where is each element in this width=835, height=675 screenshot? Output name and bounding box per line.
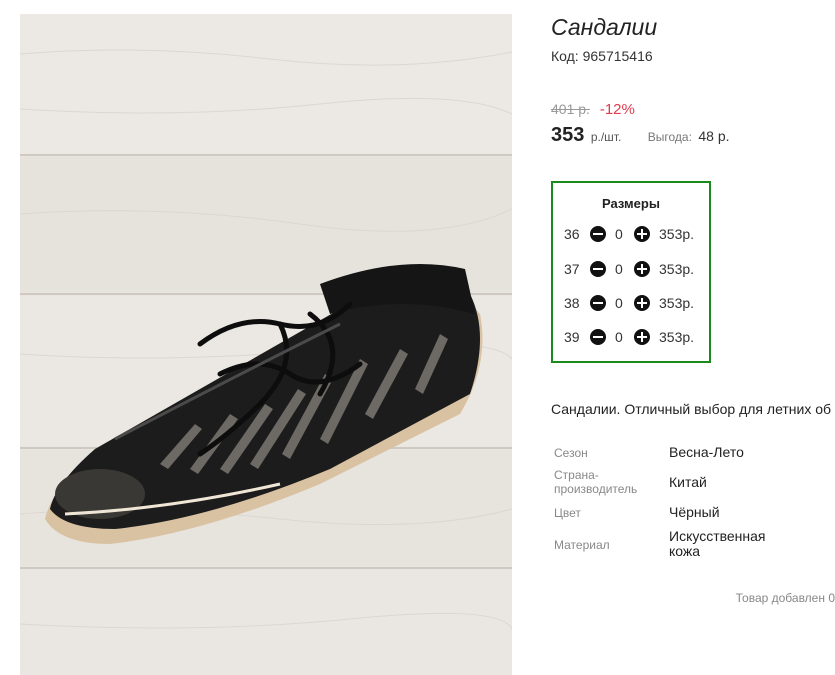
plus-icon[interactable] <box>634 329 650 345</box>
attr-label-season: Сезон <box>554 446 588 460</box>
product-title: Сандалии <box>551 14 658 40</box>
size-row: 37 0 353р. <box>553 259 709 279</box>
old-price: 401 р. <box>551 101 590 117</box>
product-image[interactable] <box>20 14 512 675</box>
attr-label-material: Материал <box>554 538 610 552</box>
plus-icon[interactable] <box>634 226 650 242</box>
size-price: 353р. <box>659 329 695 345</box>
size-row: 39 0 353р. <box>553 327 709 347</box>
benefit-label: Выгода: <box>647 130 692 144</box>
price-unit: р./шт. <box>590 130 622 144</box>
minus-icon[interactable] <box>590 226 606 242</box>
minus-icon[interactable] <box>590 295 606 311</box>
minus-icon[interactable] <box>590 329 606 345</box>
sizes-title: Размеры <box>602 196 660 211</box>
attr-value-season: Весна-Лето <box>669 444 744 460</box>
size-number: 37 <box>564 261 580 277</box>
minus-icon[interactable] <box>590 261 606 277</box>
attr-label-country: Страна- производитель <box>554 468 638 496</box>
discount-badge: -12% <box>599 101 635 118</box>
size-price: 353р. <box>659 261 695 277</box>
price-row: 353 р./шт. Выгода: 48 р. <box>551 124 730 147</box>
quantity-value: 0 <box>615 226 623 242</box>
added-date-note: Товар добавлен 0 <box>735 591 835 605</box>
product-sku: Код: 965715416 <box>551 48 653 64</box>
size-price: 353р. <box>659 295 695 311</box>
sizes-panel: Размеры 36 0 353р. 37 0 353р. 38 0 353р.… <box>551 181 711 363</box>
size-row: 38 0 353р. <box>553 293 709 313</box>
plus-icon[interactable] <box>634 295 650 311</box>
quantity-value: 0 <box>615 295 623 311</box>
size-number: 38 <box>564 295 580 311</box>
size-row: 36 0 353р. <box>553 224 709 244</box>
sandal-photo <box>20 14 512 675</box>
size-number: 39 <box>564 329 580 345</box>
current-price: 353 <box>551 124 585 146</box>
quantity-value: 0 <box>615 261 623 277</box>
attr-value-color: Чёрный <box>669 504 720 520</box>
plus-icon[interactable] <box>634 261 650 277</box>
attr-value-material: Искусственная кожа <box>669 528 766 559</box>
attr-value-country: Китай <box>669 474 707 490</box>
size-number: 36 <box>564 226 580 242</box>
quantity-value: 0 <box>615 329 623 345</box>
benefit-value: 48 р. <box>698 128 730 144</box>
size-price: 353р. <box>659 226 695 242</box>
product-description: Сандалии. Отличный выбор для летних об <box>551 401 832 417</box>
attr-label-color: Цвет <box>554 506 581 520</box>
old-price-row: 401 р. -12% <box>551 101 635 118</box>
